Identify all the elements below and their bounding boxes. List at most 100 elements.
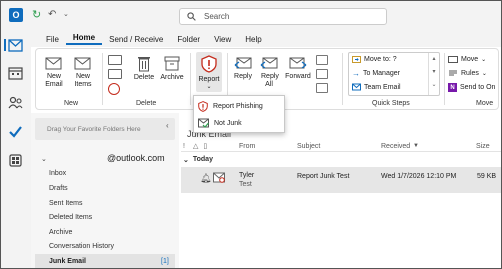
report-phishing-item[interactable]: Report Phishing (198, 101, 263, 112)
message-from-secondary: Test (239, 181, 252, 188)
new-items-button[interactable]: New Items (69, 55, 97, 89)
report-button[interactable]: Report ⌄ (196, 52, 222, 92)
new-email-icon (45, 57, 62, 70)
move-folder-icon (448, 56, 458, 63)
bell-column-icon[interactable]: △ (193, 142, 198, 150)
move-button[interactable]: Move ⌄ (448, 55, 486, 63)
ribbon-tabs: File Home Send / Receive Folder View Hel… (31, 31, 501, 47)
junk-icon[interactable] (108, 83, 120, 95)
tab-send-receive[interactable]: Send / Receive (102, 35, 170, 44)
ignore-icon[interactable] (108, 55, 122, 65)
chevron-down-icon[interactable]: ⌄ (41, 155, 47, 163)
tab-view[interactable]: View (207, 35, 238, 44)
folder-drafts[interactable]: Drafts (49, 185, 68, 192)
onenote-icon: N (448, 83, 457, 92)
forward-button[interactable]: Forward (284, 55, 312, 81)
team-email-label: Team Email (364, 83, 401, 91)
junk-unread-count: [1] (161, 258, 169, 265)
tab-file[interactable]: File (39, 35, 66, 44)
undo-icon[interactable]: ↶ (48, 9, 56, 21)
column-from[interactable]: From (239, 143, 255, 150)
reply-icon (234, 57, 252, 69)
report-phishing-label: Report Phishing (213, 103, 263, 110)
todo-check-icon[interactable] (8, 125, 23, 138)
group-label-new: New (64, 100, 79, 107)
new-email-button[interactable]: New Email (42, 55, 66, 89)
calendar-icon[interactable] (8, 67, 23, 80)
folder-sent-items[interactable]: Sent Items (49, 200, 82, 207)
im-icon[interactable] (316, 83, 328, 93)
reply-button[interactable]: Reply (232, 55, 254, 81)
junk-message-icon (213, 172, 225, 183)
group-label-move: Move (476, 100, 494, 107)
attachment-column-icon[interactable]: ▯ (203, 142, 207, 150)
reply-all-button[interactable]: Reply All (258, 55, 280, 89)
forward-icon (289, 57, 307, 69)
people-icon[interactable] (8, 96, 23, 109)
move-label: Move (461, 55, 479, 63)
ribbon-separator (444, 53, 445, 105)
chevron-down-icon: ⌄ (481, 56, 487, 63)
reply-label: Reply (234, 73, 252, 80)
column-received[interactable]: Received (381, 143, 410, 150)
favorites-drop-zone[interactable]: Drag Your Favorite Folders Here (35, 118, 175, 140)
account-name[interactable]: @outlook.com (107, 153, 165, 163)
quick-step-to-manager[interactable]: → To Manager (352, 69, 400, 78)
folder-deleted-items[interactable]: Deleted Items (49, 214, 92, 221)
quick-step-team-email[interactable]: Team Email (352, 83, 401, 91)
meeting-icon[interactable] (316, 69, 328, 79)
not-junk-label: Not Junk (214, 119, 242, 127)
archive-label: Archive (160, 74, 184, 81)
folder-junk-email[interactable]: Junk Email (49, 258, 86, 265)
new-items-icon (74, 57, 91, 70)
ribbon-separator (102, 53, 103, 105)
reply-all-label: Reply All (261, 73, 279, 88)
outlook-logo-icon: O (9, 8, 23, 22)
archive-button[interactable]: Archive (158, 55, 186, 82)
arrow-right-icon: → (352, 69, 360, 78)
to-manager-label: To Manager (363, 70, 400, 77)
cleanup-icon[interactable] (108, 69, 122, 79)
reminder-bell-icon[interactable]: 🔔︎ (200, 173, 211, 184)
message-subject: Report Junk Test (297, 173, 350, 180)
not-junk-item[interactable]: Not Junk (198, 118, 242, 128)
quick-steps-scroll[interactable]: ▴ ▾ ⌄ (428, 53, 439, 95)
folder-inbox[interactable]: Inbox (49, 170, 66, 177)
mail-icon[interactable] (8, 39, 23, 52)
quick-step-move-to[interactable]: Move to: ? (352, 55, 397, 63)
ribbon-separator (342, 53, 343, 105)
rules-button[interactable]: Rules ⌄ (448, 69, 487, 77)
new-items-label: New Items (74, 73, 92, 88)
folder-conversation-history[interactable]: Conversation History (49, 243, 114, 250)
new-email-label: New Email (45, 73, 63, 88)
message-received: Wed 1/7/2026 12:10 PM (381, 173, 457, 180)
outlook-window: O ↻ ↶ ⌄ Search File Home Send / Receive … (0, 0, 502, 269)
respond-more-icon[interactable] (316, 55, 328, 65)
reply-all-icon (260, 57, 278, 69)
search-placeholder: Search (204, 12, 230, 21)
delete-button[interactable]: Delete (132, 55, 156, 82)
group-header-today[interactable]: ⌄ Today (183, 156, 213, 164)
sync-icon[interactable]: ↻ (32, 9, 41, 21)
search-box[interactable]: Search (179, 8, 387, 25)
column-subject[interactable]: Subject (297, 143, 320, 150)
column-size[interactable]: Size (476, 143, 490, 150)
tab-folder[interactable]: Folder (170, 35, 207, 44)
rules-label: Rules (461, 69, 479, 77)
forward-label: Forward (285, 73, 311, 80)
message-row[interactable] (181, 167, 501, 193)
folder-archive[interactable]: Archive (49, 229, 72, 236)
trash-icon (138, 57, 150, 72)
send-to-onenote-button[interactable]: N Send to On (448, 83, 495, 92)
collapse-pane-icon[interactable]: ‹ (166, 121, 169, 130)
apps-icon[interactable] (8, 154, 23, 167)
chevron-down-icon: ⌄ (183, 157, 189, 164)
tab-help[interactable]: Help (238, 35, 268, 44)
tab-home[interactable]: Home (65, 33, 103, 45)
message-from: Tyler (239, 172, 255, 179)
team-email-icon (352, 83, 361, 91)
mail-check-icon (198, 118, 209, 128)
quick-access-dropdown-icon[interactable]: ⌄ (63, 10, 69, 18)
sort-down-icon: ▼ (413, 143, 419, 149)
importance-column-icon[interactable]: ! (183, 143, 185, 150)
